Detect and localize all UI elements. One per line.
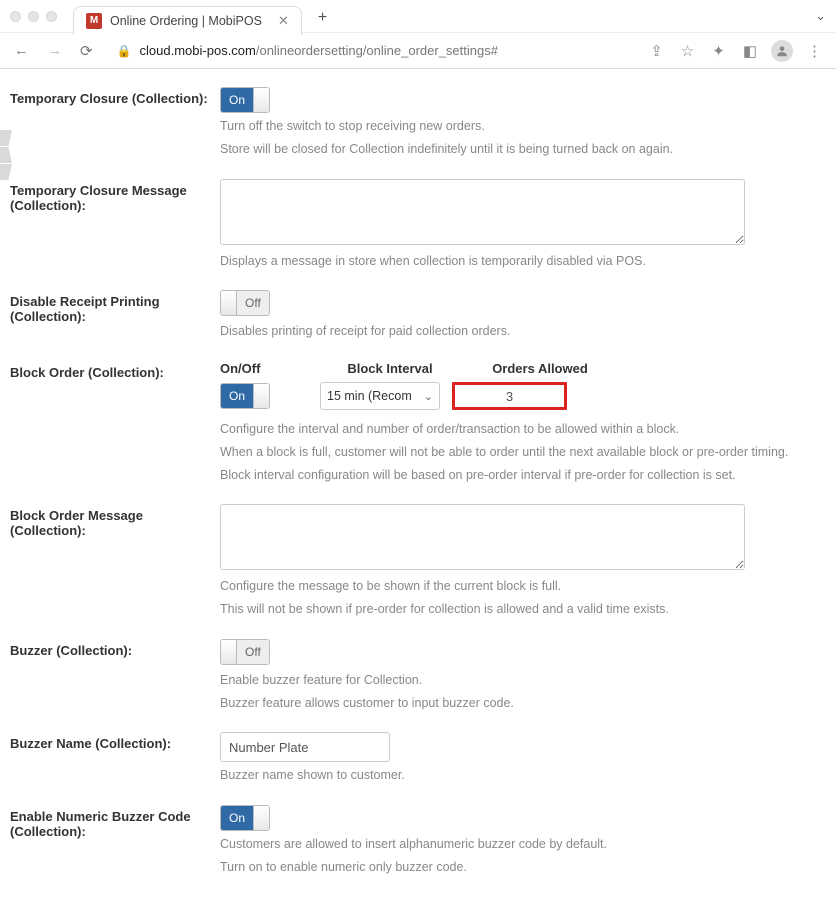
url-path: /onlineordersetting/online_order_setting…	[256, 43, 498, 58]
select-value: 15 min (Recom	[327, 389, 412, 403]
label-block-order-msg: Block Order Message (Collection):	[10, 504, 220, 538]
url-text: cloud.mobi-pos.com/onlineordersetting/on…	[140, 43, 498, 58]
collapsed-side-handle[interactable]	[0, 130, 12, 181]
toggle-knob	[221, 291, 237, 315]
share-icon[interactable]: ⇪	[646, 42, 667, 60]
tab-favicon: M	[86, 13, 102, 29]
toggle-label: On	[221, 806, 253, 830]
toggle-knob	[221, 640, 237, 664]
help-text: Configure the message to be shown if the…	[220, 577, 816, 596]
minimize-window-icon[interactable]	[28, 11, 39, 22]
toggle-knob	[253, 806, 269, 830]
toggle-label: On	[221, 384, 253, 408]
textarea-block-order-msg[interactable]	[220, 504, 745, 570]
label-numeric-buzzer: Enable Numeric Buzzer Code (Collection):	[10, 805, 220, 839]
back-button[interactable]: ←	[10, 42, 33, 59]
header-interval: Block Interval	[320, 361, 460, 376]
help-text: Enable buzzer feature for Collection.	[220, 671, 816, 690]
window-controls[interactable]	[10, 11, 57, 22]
input-buzzer-name[interactable]	[220, 732, 390, 762]
tab-title: Online Ordering | MobiPOS	[110, 14, 262, 28]
toggle-temp-closure[interactable]: On	[220, 87, 270, 113]
close-tab-icon[interactable]: ✕	[278, 13, 289, 29]
help-text: Buzzer feature allows customer to input …	[220, 694, 816, 713]
settings-form: Temporary Closure (Collection): On Turn …	[0, 69, 836, 917]
menu-icon[interactable]: ⋮	[803, 42, 826, 60]
help-text: Buzzer name shown to customer.	[220, 766, 816, 785]
toggle-knob	[253, 384, 269, 408]
toggle-knob	[253, 88, 269, 112]
label-disable-receipt: Disable Receipt Printing (Collection):	[10, 290, 220, 324]
help-text: Turn off the switch to stop receiving ne…	[220, 117, 816, 136]
toggle-disable-receipt[interactable]: Off	[220, 290, 270, 316]
help-text: Configure the interval and number of ord…	[220, 420, 816, 439]
toggle-buzzer[interactable]: Off	[220, 639, 270, 665]
help-text: This will not be shown if pre-order for …	[220, 600, 816, 619]
browser-chrome: M Online Ordering | MobiPOS ✕ + ⌄ ← → ⟳ …	[0, 0, 836, 69]
label-buzzer-name: Buzzer Name (Collection):	[10, 732, 220, 751]
label-temp-closure-msg: Temporary Closure Message (Collection):	[10, 179, 220, 213]
row-disable-receipt: Disable Receipt Printing (Collection): O…	[10, 280, 816, 351]
row-block-order: Block Order (Collection): On/Off Block I…	[10, 351, 816, 494]
toggle-label: Off	[237, 640, 269, 664]
label-buzzer: Buzzer (Collection):	[10, 639, 220, 658]
sidepanel-icon[interactable]: ◧	[739, 42, 761, 60]
row-buzzer: Buzzer (Collection): Off Enable buzzer f…	[10, 629, 816, 723]
extensions-icon[interactable]: ✦	[708, 42, 729, 60]
textarea-temp-closure-msg[interactable]	[220, 179, 745, 245]
help-text: Block interval configuration will be bas…	[220, 466, 816, 485]
toggle-block-order[interactable]: On	[220, 383, 270, 409]
label-block-order: Block Order (Collection):	[10, 361, 220, 380]
select-block-interval[interactable]: 15 min (Recom ⌄	[320, 382, 440, 410]
block-order-headers: On/Off Block Interval Orders Allowed	[220, 361, 816, 376]
row-block-order-msg: Block Order Message (Collection): Config…	[10, 494, 816, 629]
help-text: Displays a message in store when collect…	[220, 252, 816, 271]
toggle-numeric-buzzer[interactable]: On	[220, 805, 270, 831]
input-orders-allowed[interactable]: 3	[452, 382, 567, 410]
help-text: Store will be closed for Collection inde…	[220, 140, 816, 159]
toggle-label: On	[221, 88, 253, 112]
profile-avatar[interactable]	[771, 40, 793, 62]
forward-button: →	[43, 42, 66, 59]
help-text: Disables printing of receipt for paid co…	[220, 322, 816, 341]
lock-icon: 🔒	[117, 44, 132, 58]
row-buzzer-name: Buzzer Name (Collection): Buzzer name sh…	[10, 722, 816, 795]
help-text: Customers are allowed to insert alphanum…	[220, 835, 816, 854]
browser-tab[interactable]: M Online Ordering | MobiPOS ✕	[73, 6, 302, 35]
url-host: cloud.mobi-pos.com	[140, 43, 256, 58]
header-orders: Orders Allowed	[470, 361, 610, 376]
header-onoff: On/Off	[220, 361, 320, 376]
help-text: When a block is full, customer will not …	[220, 443, 816, 462]
new-tab-button[interactable]: +	[312, 9, 333, 27]
tabs-dropdown-icon[interactable]: ⌄	[815, 8, 826, 24]
row-temp-closure: Temporary Closure (Collection): On Turn …	[10, 77, 816, 169]
maximize-window-icon[interactable]	[46, 11, 57, 22]
reload-button[interactable]: ⟳	[76, 42, 97, 60]
label-temp-closure: Temporary Closure (Collection):	[10, 87, 220, 106]
close-window-icon[interactable]	[10, 11, 21, 22]
browser-toolbar: ← → ⟳ 🔒 cloud.mobi-pos.com/onlineorderse…	[0, 32, 836, 68]
row-numeric-buzzer: Enable Numeric Buzzer Code (Collection):…	[10, 795, 816, 887]
chevron-down-icon: ⌄	[424, 390, 433, 403]
row-temp-closure-msg: Temporary Closure Message (Collection): …	[10, 169, 816, 281]
titlebar: M Online Ordering | MobiPOS ✕ + ⌄	[0, 0, 836, 32]
bookmark-icon[interactable]: ☆	[677, 42, 698, 60]
address-bar[interactable]: 🔒 cloud.mobi-pos.com/onlineordersetting/…	[107, 39, 637, 62]
toggle-label: Off	[237, 291, 269, 315]
orders-value: 3	[506, 389, 513, 404]
help-text: Turn on to enable numeric only buzzer co…	[220, 858, 816, 877]
